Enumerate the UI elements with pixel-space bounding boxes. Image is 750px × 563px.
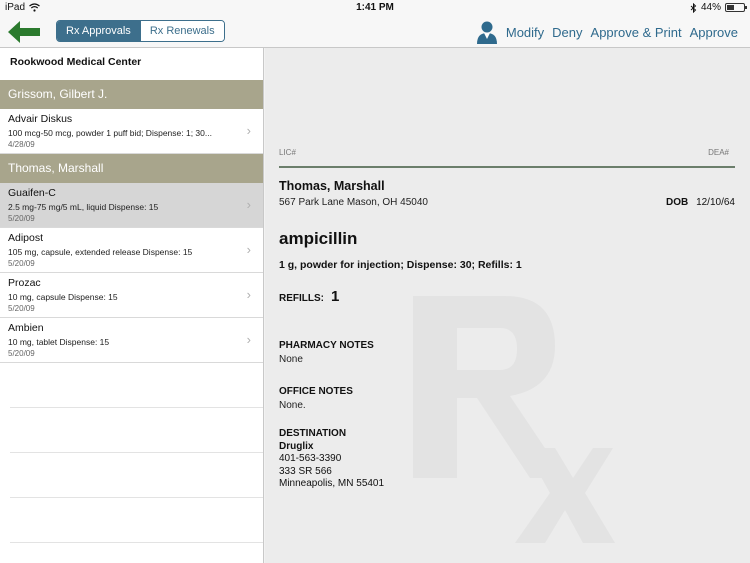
rx-date: 5/20/09: [8, 214, 35, 223]
list-item[interactable]: Prozac 10 mg, capsule Dispense: 15 5/20/…: [0, 273, 263, 318]
drug-name: Guaifen-C: [8, 187, 56, 199]
prescription-detail: LIC# DEA# Thomas, Marshall 567 Park Lane…: [265, 48, 750, 563]
list-item[interactable]: Adipost 105 mg, capsule, extended releas…: [0, 228, 263, 273]
battery-percent: 44%: [700, 2, 721, 13]
refills-label: REFILLS:: [279, 293, 324, 304]
lic-label: LIC#: [279, 148, 296, 157]
back-button[interactable]: [6, 19, 42, 45]
patient-group-header: Grissom, Gilbert J.: [0, 80, 263, 109]
prescription-list: Rookwood Medical Center Grissom, Gilbert…: [0, 48, 264, 563]
chevron-right-icon: ›: [246, 287, 251, 302]
drug-name: Adipost: [8, 232, 44, 244]
office-notes-value: None.: [279, 400, 306, 411]
rx-date: 5/20/09: [8, 349, 35, 358]
back-arrow-icon: [8, 21, 40, 43]
drug-description: 10 mg, capsule Dispense: 15: [8, 292, 118, 302]
pharmacy-name: Druglix: [279, 440, 314, 452]
list-item[interactable]: Advair Diskus 100 mcg-50 mcg, powder 1 p…: [0, 109, 263, 154]
drug-description: 105 mg, capsule, extended release Dispen…: [8, 247, 193, 257]
status-bar: iPad 1:41 PM 44%: [0, 0, 750, 16]
refills: REFILLS: 1: [279, 288, 339, 305]
deny-button[interactable]: Deny: [552, 25, 582, 40]
modify-button[interactable]: Modify: [506, 25, 544, 40]
list-item[interactable]: Guaifen-C 2.5 mg-75 mg/5 mL, liquid Disp…: [0, 183, 263, 228]
drug-name: Advair Diskus: [8, 113, 73, 125]
tab-selector: Rx Approvals Rx Renewals: [56, 20, 225, 42]
drug-name: Ambien: [8, 322, 44, 334]
list-item[interactable]: Ambien 10 mg, tablet Dispense: 15 5/20/0…: [0, 318, 263, 363]
office-notes-label: OFFICE NOTES: [279, 386, 353, 397]
drug-description: 100 mcg-50 mcg, powder 1 puff bid; Dispe…: [8, 128, 212, 138]
tab-rx-renewals[interactable]: Rx Renewals: [139, 21, 224, 41]
dob-label: DOB: [666, 197, 689, 208]
chevron-right-icon: ›: [246, 332, 251, 347]
rx-date: 5/20/09: [8, 304, 35, 313]
drug-description: 2.5 mg-75 mg/5 mL, liquid Dispense: 15: [8, 202, 159, 212]
license-row: LIC# DEA#: [279, 148, 735, 168]
destination-label: DESTINATION: [279, 428, 347, 439]
patient-address: 567 Park Lane Mason, OH 45040: [279, 197, 428, 208]
tab-rx-approvals[interactable]: Rx Approvals: [57, 21, 140, 41]
chevron-right-icon: ›: [246, 197, 251, 212]
empty-row: [10, 453, 263, 498]
refills-value: 1: [331, 288, 340, 305]
chevron-right-icon: ›: [246, 242, 251, 257]
patient-dob: DOB 12/10/64: [666, 197, 735, 208]
prescribed-drug-description: 1 g, powder for injection; Dispense: 30;…: [279, 259, 522, 271]
drug-name: Prozac: [8, 277, 41, 289]
patient-name: Thomas, Marshall: [279, 179, 385, 193]
pharmacy-street: 333 SR 566: [279, 465, 332, 477]
action-bar: Modify Deny Approve & Print Approve: [476, 18, 738, 46]
facility-name: Rookwood Medical Center: [0, 48, 263, 80]
dea-label: DEA#: [708, 148, 729, 157]
pharmacy-notes-label: PHARMACY NOTES: [279, 340, 374, 351]
rx-watermark-icon: [413, 296, 615, 543]
bluetooth-icon: [690, 2, 697, 13]
pharmacy-city: Minneapolis, MN 55401: [279, 478, 385, 489]
battery-icon: [725, 3, 747, 12]
approve-print-button[interactable]: Approve & Print: [591, 25, 682, 40]
empty-row: [10, 408, 263, 453]
approve-button[interactable]: Approve: [690, 25, 738, 40]
chevron-right-icon: ›: [246, 123, 251, 138]
empty-row: [10, 498, 263, 543]
clock: 1:41 PM: [356, 2, 394, 13]
empty-row: [10, 363, 263, 408]
nav-bar: Rx Approvals Rx Renewals Modify Deny App…: [0, 16, 750, 48]
destination: DESTINATION Druglix 401-563-3390 333 SR …: [279, 428, 384, 491]
prescribed-drug: ampicillin: [279, 229, 358, 248]
pharmacy-phone: 401-563-3390: [279, 453, 342, 464]
rx-date: 4/28/09: [8, 140, 35, 149]
patient-group-header: Thomas, Marshall: [0, 154, 263, 183]
dob-value: 12/10/64: [696, 197, 735, 208]
pharmacy-notes-value: None: [279, 354, 303, 365]
drug-description: 10 mg, tablet Dispense: 15: [8, 337, 110, 347]
doctor-user-icon[interactable]: [476, 20, 498, 44]
rx-date: 5/20/09: [8, 259, 35, 268]
